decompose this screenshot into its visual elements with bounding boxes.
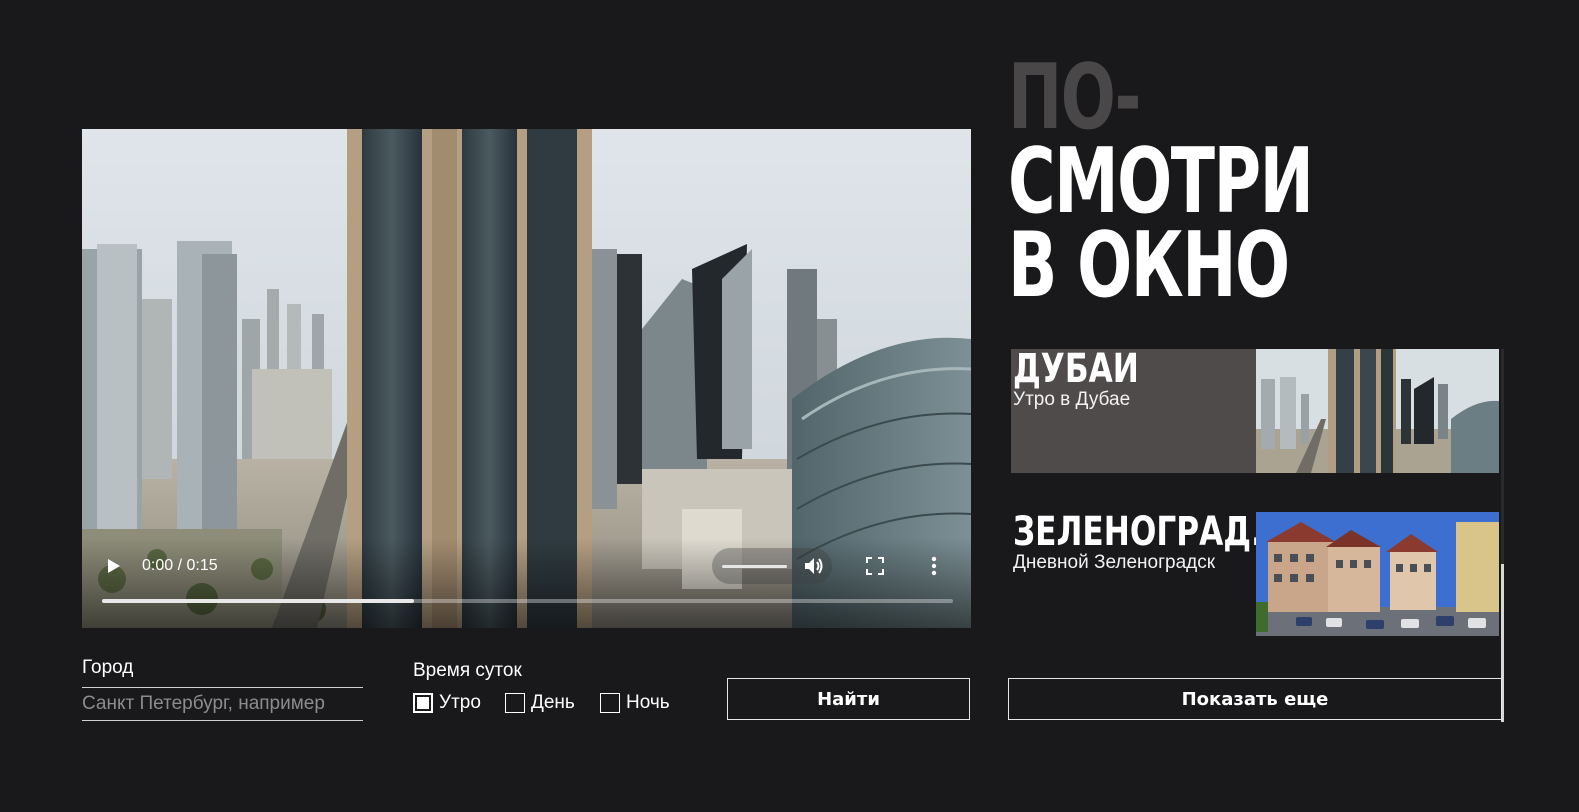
card-city: ДУБАИ	[1013, 346, 1139, 392]
volume-slider[interactable]	[722, 565, 787, 568]
progress-fill	[102, 599, 415, 603]
page-title: ПО- СМОТРИ В ОКНО	[1008, 45, 1314, 318]
card-thumbnail	[1256, 512, 1499, 636]
progress-bar[interactable]	[102, 599, 953, 603]
video-player[interactable]: 0:00 / 0:15	[82, 129, 971, 628]
search-button[interactable]: Найти	[727, 678, 970, 720]
checkbox-day[interactable]: День	[505, 692, 575, 714]
checkbox-box[interactable]	[413, 693, 433, 713]
checkbox-label: День	[531, 692, 575, 713]
controls-overlay	[82, 538, 971, 628]
card-description: Утро в Дубае	[1013, 389, 1131, 410]
checkbox-label: Утро	[439, 692, 481, 713]
city-input[interactable]	[82, 687, 363, 721]
card-city: ЗЕЛЕНОГРАД...	[1013, 509, 1287, 555]
city-label: Город	[82, 657, 134, 678]
cards-scrollbar[interactable]	[1501, 349, 1504, 722]
show-more-button[interactable]: Показать еще	[1008, 678, 1502, 720]
time-of-day-label: Время суток	[413, 660, 522, 681]
checkbox-label: Ночь	[626, 692, 670, 713]
fullscreen-icon[interactable]	[866, 557, 884, 575]
checkbox-box[interactable]	[600, 693, 620, 713]
card-thumbnail	[1256, 349, 1499, 473]
checkbox-night[interactable]: Ночь	[600, 692, 670, 714]
volume-icon[interactable]	[803, 555, 825, 577]
title-line-2: СМОТРИ	[1008, 129, 1314, 234]
more-options-icon[interactable]	[930, 555, 938, 577]
time-display: 0:00 / 0:15	[142, 557, 218, 574]
title-line-1: ПО-	[1008, 45, 1141, 150]
play-icon[interactable]	[104, 556, 124, 576]
title-line-3: В ОКНО	[1008, 213, 1290, 318]
checkbox-morning[interactable]: Утро	[413, 692, 481, 714]
video-card-dubai[interactable]: ДУБАИ Утро в Дубае	[1011, 349, 1499, 473]
video-card-zelenogradsk[interactable]: ЗЕЛЕНОГРАД... Дневной Зеленоградск	[1011, 512, 1499, 636]
checkbox-box[interactable]	[505, 693, 525, 713]
card-description: Дневной Зеленоградск	[1013, 552, 1216, 573]
